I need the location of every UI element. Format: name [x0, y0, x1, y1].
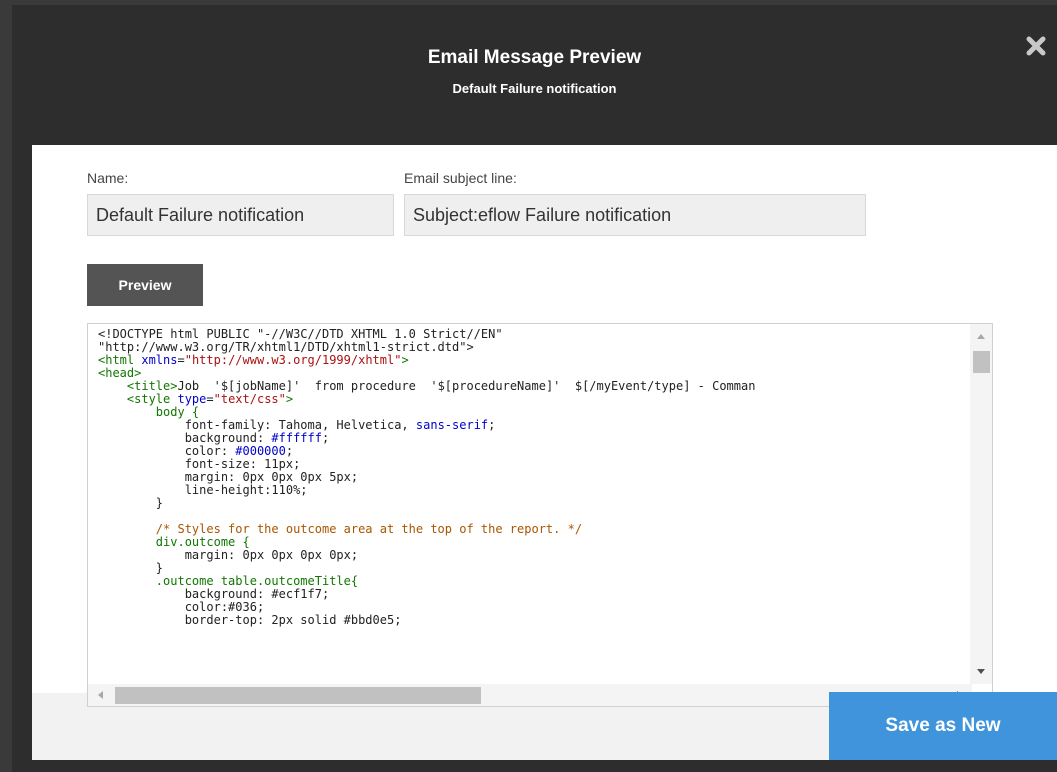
close-x-icon	[1026, 36, 1046, 56]
name-label: Name:	[87, 170, 129, 186]
code-token: background: #ecf1f7;	[98, 587, 330, 601]
code-token: <style	[126, 392, 178, 406]
code-token: #000000	[235, 444, 286, 458]
code-token: ;	[321, 431, 330, 445]
code-line: <html xmlns="http://www.w3.org/1999/xhtm…	[98, 354, 755, 367]
code-line: border-top: 2px solid #bbd0e5;	[98, 614, 755, 627]
name-field[interactable]	[87, 194, 394, 236]
code-token: "http://www.w3.org/TR/xhtml1/DTD/xhtml1-…	[98, 340, 474, 354]
close-button[interactable]	[1021, 31, 1051, 61]
code-line: margin: 0px 0px 0px 0px;	[98, 549, 755, 562]
vertical-scroll-thumb[interactable]	[973, 351, 990, 373]
code-token: <head>	[98, 366, 142, 380]
code-token: <html	[98, 353, 142, 367]
code-token: =	[206, 392, 214, 406]
code-token: ;	[285, 444, 294, 458]
horizontal-scroll-thumb[interactable]	[115, 687, 481, 704]
code-token: >	[285, 392, 294, 406]
email-preview-dialog: Email Message Preview Default Failure no…	[12, 5, 1057, 772]
code-token: "http://www.w3.org/1999/xhtml"	[184, 353, 402, 367]
code-token: color:	[98, 444, 236, 458]
dialog-header: Email Message Preview Default Failure no…	[12, 5, 1057, 145]
code-token: body {	[98, 405, 200, 419]
code-token: /* Styles for the outcome area at the to…	[98, 522, 583, 536]
code-token: xmlns	[141, 353, 178, 367]
code-line: }	[98, 497, 755, 510]
code-token: background:	[98, 431, 272, 445]
code-token: border-top: 2px solid #bbd0e5;	[98, 613, 402, 627]
code-line: line-height:110%;	[98, 484, 755, 497]
dialog-title: Email Message Preview	[427, 47, 642, 68]
code-token: .outcome table.outcomeTitle{	[98, 574, 359, 588]
scroll-up-icon[interactable]	[977, 334, 985, 339]
code-token: >	[401, 353, 409, 367]
code-token: "text/css"	[213, 392, 286, 406]
code-token: type	[177, 392, 207, 406]
code-token: margin: 0px 0px 0px 0px;	[98, 548, 359, 562]
template-code-editor[interactable]: <!DOCTYPE html PUBLIC "-//W3C//DTD XHTML…	[87, 323, 993, 707]
code-token: #ffffff	[271, 431, 322, 445]
scroll-down-icon[interactable]	[977, 669, 985, 674]
subject-label: Email subject line:	[404, 170, 517, 186]
code-token: sans-serif	[415, 418, 489, 432]
code-token: line-height:110%;	[98, 483, 308, 497]
code-token: =	[177, 353, 185, 367]
code-text: <!DOCTYPE html PUBLIC "-//W3C//DTD XHTML…	[98, 328, 755, 627]
code-token: div.outcome {	[98, 535, 250, 549]
dialog-body: Name: Email subject line: Preview <!DOCT…	[32, 145, 1057, 760]
code-token: color:#036;	[98, 600, 265, 614]
code-token: }	[98, 561, 164, 575]
vertical-scrollbar[interactable]	[970, 324, 992, 684]
code-token: <title>	[126, 379, 178, 393]
preview-button[interactable]: Preview	[87, 264, 203, 306]
code-token: ;	[488, 418, 496, 432]
dialog-subtitle: Default Failure notification	[452, 81, 617, 96]
save-as-new-button[interactable]: Save as New	[829, 692, 1057, 760]
code-token: font-family: Tahoma, Helvetica,	[98, 418, 416, 432]
code-token: Job '$[jobName]' from procedure '$[proce…	[177, 379, 756, 393]
code-token: font-size: 11px;	[98, 457, 301, 471]
code-token: <!DOCTYPE html PUBLIC "-//W3C//DTD XHTML…	[98, 327, 503, 341]
code-token: margin: 0px 0px 0px 5px;	[98, 470, 359, 484]
scroll-left-icon[interactable]	[98, 691, 103, 699]
code-viewport: <!DOCTYPE html PUBLIC "-//W3C//DTD XHTML…	[88, 324, 970, 684]
subject-field[interactable]	[404, 194, 866, 236]
code-token: }	[98, 496, 164, 510]
